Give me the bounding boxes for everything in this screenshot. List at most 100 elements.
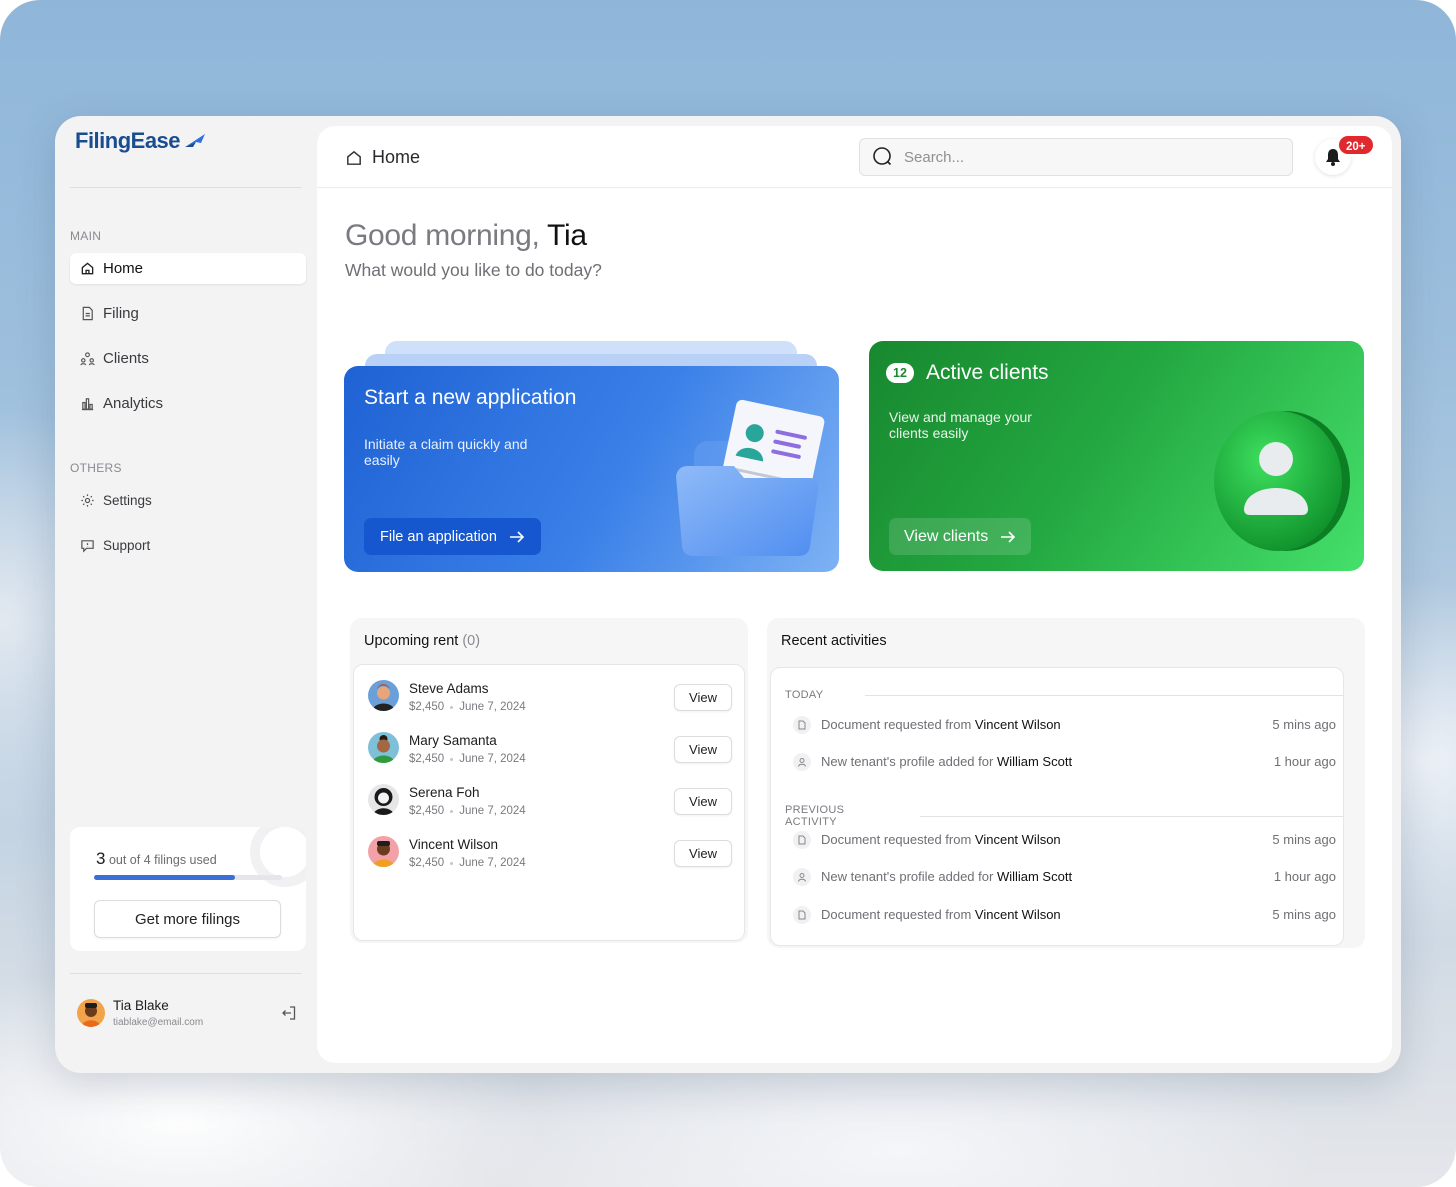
view-button[interactable]: View: [674, 840, 732, 867]
avatar: [77, 999, 105, 1027]
document-icon: [793, 716, 811, 734]
rent-amount: $2,450: [409, 805, 445, 817]
arrow-right-icon: [509, 530, 525, 543]
sidebar-item-filing[interactable]: Filing: [70, 298, 306, 329]
greeting-prefix: Good morning,: [345, 219, 540, 252]
rent-date: June 7, 2024: [459, 857, 526, 869]
view-button[interactable]: View: [674, 788, 732, 815]
user-icon: [793, 868, 811, 886]
bar-chart-icon: [81, 398, 94, 411]
rent-meta: $2,450 June 7, 2024: [409, 805, 526, 817]
section-today: TODAY: [785, 689, 1343, 701]
activity-person: Vincent Wilson: [974, 832, 1061, 847]
get-more-filings-button[interactable]: Get more filings: [94, 900, 281, 938]
active-clients-card[interactable]: 12 Active clients View and manage your c…: [869, 341, 1364, 571]
rent-list: Steve Adams $2,450 June 7, 2024 View Mary…: [353, 664, 745, 941]
recent-activities-panel: Recent activities TODAY Document request…: [767, 618, 1365, 948]
usage-progress-fill: [94, 875, 235, 880]
view-button[interactable]: View: [674, 736, 732, 763]
rent-amount: $2,450: [409, 701, 445, 713]
activity-text: Document requested from Vincent Wilson: [821, 717, 1061, 732]
activity-time: 5 mins ago: [1272, 832, 1336, 847]
card-description: View and manage your clients easily: [889, 409, 1032, 441]
app-window: FilingEase MAIN Home Filing Clients Anal…: [55, 116, 1401, 1073]
avatar: [368, 836, 399, 867]
rent-meta: $2,450 June 7, 2024: [409, 701, 526, 713]
activity-description: New tenant's profile added for: [821, 869, 994, 884]
activity-item[interactable]: New tenant's profile added for William S…: [793, 867, 1336, 889]
sidebar-divider: [70, 187, 302, 188]
breadcrumb-label: Home: [372, 147, 421, 167]
activity-time: 5 mins ago: [1272, 907, 1336, 922]
activity-time: 1 hour ago: [1273, 869, 1336, 884]
new-application-card[interactable]: Start a new application Initiate a claim…: [344, 366, 839, 572]
arrow-right-icon: [1001, 530, 1016, 543]
rent-meta: $2,450 June 7, 2024: [409, 857, 526, 869]
upcoming-rent-panel: Upcoming rent (0) Steve Adams $2,450 June…: [350, 618, 748, 943]
avatar: [368, 732, 399, 763]
view-button[interactable]: View: [674, 684, 732, 711]
logout-icon[interactable]: [281, 1005, 297, 1021]
search-input[interactable]: [904, 148, 1274, 166]
tenant-name: Mary Samanta: [409, 733, 497, 748]
activity-description: Document requested from: [821, 907, 972, 922]
file-icon: [82, 306, 93, 321]
search-icon: [873, 147, 892, 166]
activity-item[interactable]: Document requested from Vincent Wilson 5…: [793, 830, 1336, 852]
separator-dot: [450, 757, 454, 761]
tenant-name: Steve Adams: [409, 681, 489, 696]
activity-time: 5 mins ago: [1272, 717, 1336, 732]
user-name: Tia Blake: [113, 998, 169, 1013]
sidebar-item-label: Settings: [103, 493, 152, 508]
usage-text: 3 out of 4 filings used: [96, 849, 217, 869]
section-label-main: MAIN: [70, 229, 102, 243]
logo-text: FilingEase: [75, 128, 181, 153]
sidebar-item-settings[interactable]: Settings: [70, 485, 306, 516]
avatar: [368, 784, 399, 815]
avatar: [368, 680, 399, 711]
document-icon: [793, 831, 811, 849]
search-box[interactable]: [859, 138, 1293, 176]
app-logo[interactable]: FilingEase: [75, 128, 206, 154]
sidebar-item-analytics[interactable]: Analytics: [70, 388, 306, 419]
logo-wing-icon: [185, 134, 206, 147]
activity-text: Document requested from Vincent Wilson: [821, 907, 1061, 922]
view-clients-button[interactable]: View clients: [889, 518, 1032, 555]
users-icon: [80, 352, 95, 366]
recent-activities-title: Recent activities: [781, 633, 887, 649]
sidebar-item-label: Support: [103, 538, 151, 553]
separator-dot: [450, 861, 454, 865]
sidebar-item-label: Clients: [103, 350, 149, 367]
activity-item[interactable]: Document requested from Vincent Wilson 5…: [793, 715, 1336, 737]
sidebar-item-label: Filing: [103, 305, 139, 322]
section-label-today: TODAY: [785, 689, 824, 701]
folder-document-illustration: [676, 399, 825, 556]
rent-row: Steve Adams $2,450 June 7, 2024 View: [368, 680, 732, 720]
sidebar-item-clients[interactable]: Clients: [70, 343, 306, 374]
activity-item[interactable]: New tenant's profile added for William S…: [793, 752, 1336, 774]
greeting-title: Good morning, Tia: [345, 219, 587, 253]
user-icon: [793, 753, 811, 771]
usage-card: 3 out of 4 filings used Get more filings: [70, 827, 306, 951]
breadcrumb: Home: [345, 147, 420, 168]
notification-badge: 20+: [1337, 134, 1375, 156]
activity-description: Document requested from: [821, 832, 972, 847]
user-email: tiablake@email.com: [113, 1017, 204, 1028]
sidebar-item-home[interactable]: Home: [70, 253, 306, 284]
button-label: File an application: [380, 528, 497, 545]
activity-list: TODAY Document requested from Vincent Wi…: [770, 667, 1344, 946]
sidebar-item-support[interactable]: Support: [70, 530, 306, 561]
file-application-button[interactable]: File an application: [364, 518, 541, 555]
section-label-previous: PREVIOUS ACTIVITY: [785, 804, 845, 828]
usage-used-count: 3: [96, 849, 106, 868]
activity-item[interactable]: Document requested from Vincent Wilson 5…: [793, 905, 1336, 927]
activity-description: New tenant's profile added for: [821, 754, 994, 769]
user-badge-illustration: [1214, 411, 1350, 551]
sidebar-item-label: Analytics: [103, 395, 164, 412]
tenant-name: Serena Foh: [409, 785, 480, 800]
rent-row: Serena Foh $2,450 June 7, 2024 View: [368, 784, 732, 824]
user-profile[interactable]: Tia Blake tiablake@email.com: [77, 996, 299, 1032]
activity-text: New tenant's profile added for William S…: [821, 869, 1072, 884]
usage-label: out of 4 filings used: [108, 853, 217, 867]
greeting-subtitle: What would you like to do today?: [345, 260, 602, 280]
